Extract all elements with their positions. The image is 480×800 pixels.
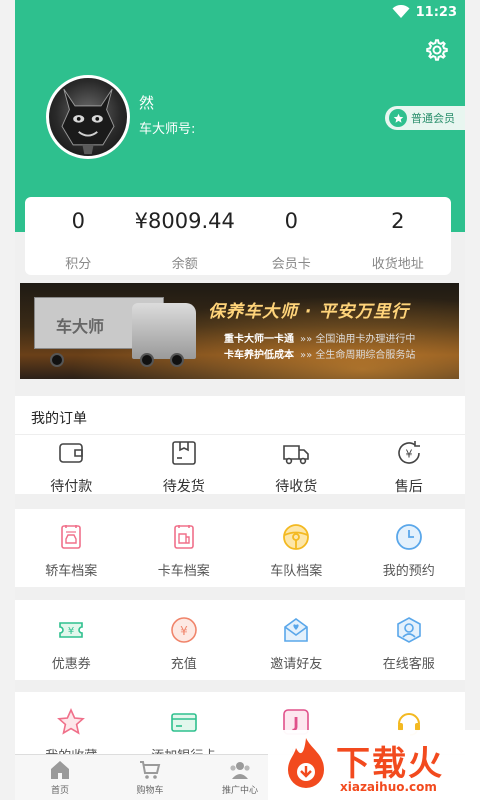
service-item-label: 在线客服 <box>382 657 435 672</box>
home-icon <box>51 761 69 779</box>
services-grid: ¥ 优惠券 ¥ 充值 邀请好友 在线客服 <box>15 615 465 672</box>
car-file-entry[interactable]: 轿车档案 <box>15 522 128 579</box>
stat-value: 0 <box>71 209 85 233</box>
box-icon <box>171 441 196 465</box>
banner-brand: 车大师 <box>56 317 105 336</box>
banner-line-2-note: »» 全生命周期综合服务站 <box>300 350 416 361</box>
status-bar: 11:23 <box>392 3 457 21</box>
banner-line-2: 卡车养护低成本 »» 全生命周期综合服务站 <box>224 346 415 361</box>
recharge-icon: ¥ <box>170 617 197 643</box>
svg-text:¥: ¥ <box>180 624 188 638</box>
recharge-entry[interactable]: ¥ 充值 <box>128 615 241 672</box>
stat-label: 余额 <box>171 257 198 272</box>
member-level-badge[interactable]: 普通会员 <box>385 106 465 130</box>
clock-icon <box>395 524 422 550</box>
orders-grid: 待付款 待发货 待收货 ¥ 售后 <box>15 438 465 496</box>
invite-icon <box>284 618 309 642</box>
file-item-label: 轿车档案 <box>45 564 98 579</box>
stat-label: 积分 <box>65 257 92 272</box>
order-pending-shipment[interactable]: 待发货 <box>128 438 241 496</box>
stat-value: 2 <box>391 209 405 233</box>
truck-cab-image <box>132 303 196 359</box>
truck-file-entry[interactable]: 卡车档案 <box>128 522 241 579</box>
service-item-label: 邀请好友 <box>270 657 323 672</box>
files-grid: 轿车档案 卡车档案 车队档案 我的预约 <box>15 522 465 579</box>
invite-friends-entry[interactable]: 邀请好友 <box>240 615 353 672</box>
tab-label: 购物车 <box>136 786 164 796</box>
user-name: 然 <box>139 94 155 112</box>
banner-line-1-note: »» 全国油用卡办理进行中 <box>300 334 416 345</box>
file-item-label: 车队档案 <box>270 564 323 579</box>
order-after-sales[interactable]: ¥ 售后 <box>353 438 466 496</box>
flame-logo-icon <box>288 738 324 788</box>
orders-card: 我的订单 待付款 待发货 待收货 ¥ 售后 <box>15 396 465 496</box>
online-support-entry[interactable]: 在线客服 <box>353 615 466 672</box>
avatar[interactable] <box>46 75 130 159</box>
order-pending-payment[interactable]: 待付款 <box>15 438 128 496</box>
app-screen: 11:23 然 车大师号: 普通会员 0 积分 ¥8009.44 余额 0 会员… <box>15 0 465 800</box>
stat-label: 收货地址 <box>371 257 424 272</box>
tab-label: 首页 <box>50 786 69 796</box>
file-item-label: 卡车档案 <box>157 564 210 579</box>
services-card: ¥ 优惠券 ¥ 充值 邀请好友 在线客服 <box>15 600 465 680</box>
status-time: 11:23 <box>415 4 457 20</box>
stat-balance[interactable]: ¥8009.44 余额 <box>132 197 239 275</box>
file-item-label: 我的预约 <box>382 564 435 579</box>
account-stats: 0 积分 ¥8009.44 余额 0 会员卡 2 收货地址 <box>25 197 451 275</box>
settings-gear-icon[interactable] <box>425 38 449 62</box>
truck-file-icon <box>173 525 194 549</box>
service-item-label: 充值 <box>170 657 197 672</box>
watermark-url: xiazaihuo.com <box>340 780 437 794</box>
fleet-file-entry[interactable]: 车队档案 <box>240 522 353 579</box>
tab-label: 推广中心 <box>221 786 258 796</box>
truck-wheel <box>170 353 184 367</box>
stat-member-card[interactable]: 0 会员卡 <box>238 197 345 275</box>
svg-text:¥: ¥ <box>405 448 412 461</box>
banner-line-1: 重卡大师一卡通 »» 全国油用卡办理进行中 <box>224 330 415 345</box>
stat-value: ¥8009.44 <box>134 209 235 233</box>
orders-title: 我的订单 <box>31 411 87 427</box>
divider <box>15 434 465 435</box>
stat-address[interactable]: 2 收货地址 <box>345 197 452 275</box>
site-watermark: 下载火 xiazaihuo.com <box>268 730 480 800</box>
steering-wheel-icon <box>283 524 310 550</box>
stat-label: 会员卡 <box>271 257 311 272</box>
truck-wheel <box>50 353 64 367</box>
star-badge-icon <box>389 109 407 127</box>
order-item-label: 待付款 <box>50 479 93 495</box>
truck-wheel <box>140 353 154 367</box>
star-icon <box>57 708 86 735</box>
banner-slogan: 保养车大师 · 平安万里行 <box>208 302 410 322</box>
order-item-label: 售后 <box>394 479 423 495</box>
wifi-icon <box>392 5 410 18</box>
coupon-entry[interactable]: ¥ 优惠券 <box>15 615 128 672</box>
tab-home[interactable]: 首页 <box>15 755 105 800</box>
stat-points[interactable]: 0 积分 <box>25 197 132 275</box>
member-level-label: 普通会员 <box>411 112 455 125</box>
banner-line-1-bold: 重卡大师一卡通 <box>224 334 294 345</box>
wallet-icon <box>59 443 84 463</box>
bank-card-icon <box>170 713 197 732</box>
files-card: 轿车档案 卡车档案 车队档案 我的预约 <box>15 509 465 587</box>
banner-line-2-bold: 卡车养护低成本 <box>224 350 294 361</box>
stat-value: 0 <box>284 209 298 233</box>
watermark-title: 下载火 <box>336 744 444 784</box>
tab-cart[interactable]: 购物车 <box>105 755 195 800</box>
promo-banner[interactable]: 车大师 保养车大师 · 平安万里行 重卡大师一卡通 »» 全国油用卡办理进行中 卡… <box>20 283 459 379</box>
service-item-label: 优惠券 <box>51 657 91 672</box>
order-item-label: 待发货 <box>162 479 205 495</box>
order-item-label: 待收货 <box>275 479 318 495</box>
svg-text:¥: ¥ <box>68 626 74 637</box>
order-pending-receipt[interactable]: 待收货 <box>240 438 353 496</box>
user-id-label: 车大师号: <box>139 122 196 137</box>
avatar-demon-image <box>61 88 115 155</box>
my-appointment-entry[interactable]: 我的预约 <box>353 522 466 579</box>
yuan-refresh-icon: ¥ <box>397 441 420 464</box>
cart-icon <box>140 761 161 779</box>
car-file-icon <box>61 525 82 549</box>
users-icon <box>230 762 250 779</box>
truck-icon <box>283 445 310 465</box>
coupon-icon: ¥ <box>59 622 84 638</box>
support-icon <box>396 617 421 643</box>
